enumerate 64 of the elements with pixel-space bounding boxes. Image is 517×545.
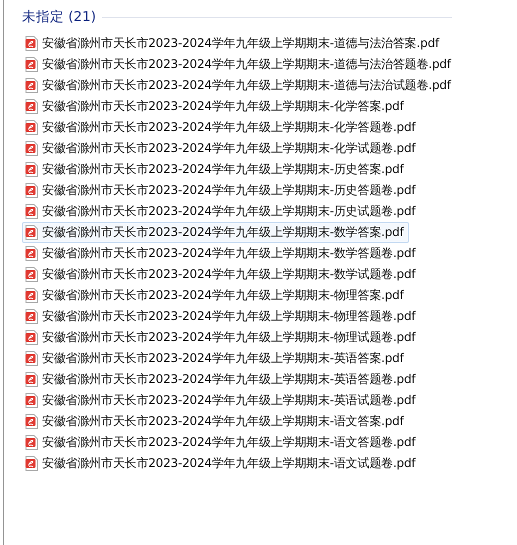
file-item[interactable]: 安徽省滁州市天长市2023-2024学年九年级上学期期末-历史试题卷.pdf <box>22 201 420 222</box>
pdf-file-icon <box>25 162 38 177</box>
pdf-file-icon <box>25 351 38 366</box>
pdf-file-icon <box>25 330 38 345</box>
file-item[interactable]: 安徽省滁州市天长市2023-2024学年九年级上学期期末-道德与法治试题卷.pdf <box>22 75 456 96</box>
file-name: 安徽省滁州市天长市2023-2024学年九年级上学期期末-道德与法治答题卷.pdf <box>42 56 451 73</box>
pdf-file-icon <box>25 288 38 303</box>
group-header[interactable]: 未指定 (21) <box>22 8 96 26</box>
file-name: 安徽省滁州市天长市2023-2024学年九年级上学期期末-数学答题卷.pdf <box>42 245 416 262</box>
pdf-file-icon <box>25 456 38 471</box>
pdf-file-icon <box>25 393 38 408</box>
file-item[interactable]: 安徽省滁州市天长市2023-2024学年九年级上学期期末-化学答案.pdf <box>22 96 409 117</box>
file-item[interactable]: 安徽省滁州市天长市2023-2024学年九年级上学期期末-英语试题卷.pdf <box>22 390 420 411</box>
pdf-file-icon <box>25 309 38 324</box>
file-item[interactable]: 安徽省滁州市天长市2023-2024学年九年级上学期期末-英语答案.pdf <box>22 348 409 369</box>
file-item[interactable]: 安徽省滁州市天长市2023-2024学年九年级上学期期末-道德与法治答题卷.pdf <box>22 54 456 75</box>
file-item[interactable]: 安徽省滁州市天长市2023-2024学年九年级上学期期末-英语答题卷.pdf <box>22 369 420 390</box>
file-name: 安徽省滁州市天长市2023-2024学年九年级上学期期末-历史试题卷.pdf <box>42 203 416 220</box>
pdf-file-icon <box>25 372 38 387</box>
pdf-file-icon <box>25 36 38 51</box>
file-item[interactable]: 安徽省滁州市天长市2023-2024学年九年级上学期期末-化学答题卷.pdf <box>22 117 420 138</box>
file-name: 安徽省滁州市天长市2023-2024学年九年级上学期期末-物理答题卷.pdf <box>42 308 416 325</box>
file-name: 安徽省滁州市天长市2023-2024学年九年级上学期期末-道德与法治答案.pdf <box>42 35 440 52</box>
file-name: 安徽省滁州市天长市2023-2024学年九年级上学期期末-历史答案.pdf <box>42 161 404 178</box>
file-name: 安徽省滁州市天长市2023-2024学年九年级上学期期末-英语答案.pdf <box>42 350 404 367</box>
pdf-file-icon <box>25 183 38 198</box>
file-name: 安徽省滁州市天长市2023-2024学年九年级上学期期末-物理试题卷.pdf <box>42 329 416 346</box>
file-item[interactable]: 安徽省滁州市天长市2023-2024学年九年级上学期期末-物理答题卷.pdf <box>22 306 420 327</box>
pdf-file-icon <box>25 141 38 156</box>
file-item[interactable]: 安徽省滁州市天长市2023-2024学年九年级上学期期末-历史答案.pdf <box>22 159 409 180</box>
pdf-file-icon <box>25 435 38 450</box>
file-name: 安徽省滁州市天长市2023-2024学年九年级上学期期末-物理答案.pdf <box>42 287 404 304</box>
file-name: 安徽省滁州市天长市2023-2024学年九年级上学期期末-历史答题卷.pdf <box>42 182 416 199</box>
file-item[interactable]: 安徽省滁州市天长市2023-2024学年九年级上学期期末-物理答案.pdf <box>22 285 409 306</box>
pdf-file-icon <box>25 414 38 429</box>
file-item[interactable]: 安徽省滁州市天长市2023-2024学年九年级上学期期末-化学试题卷.pdf <box>22 138 420 159</box>
file-item[interactable]: 安徽省滁州市天长市2023-2024学年九年级上学期期末-历史答题卷.pdf <box>22 180 420 201</box>
file-name: 安徽省滁州市天长市2023-2024学年九年级上学期期末-化学试题卷.pdf <box>42 140 416 157</box>
file-name: 安徽省滁州市天长市2023-2024学年九年级上学期期末-化学答题卷.pdf <box>42 119 416 136</box>
pdf-file-icon <box>25 99 38 114</box>
file-item[interactable]: 安徽省滁州市天长市2023-2024学年九年级上学期期末-物理试题卷.pdf <box>22 327 420 348</box>
file-name: 安徽省滁州市天长市2023-2024学年九年级上学期期末-道德与法治试题卷.pdf <box>42 77 451 94</box>
file-name: 安徽省滁州市天长市2023-2024学年九年级上学期期末-英语答题卷.pdf <box>42 371 416 388</box>
file-name: 安徽省滁州市天长市2023-2024学年九年级上学期期末-语文答案.pdf <box>42 413 404 430</box>
file-item[interactable]: 安徽省滁州市天长市2023-2024学年九年级上学期期末-数学答案.pdf <box>22 222 409 243</box>
file-name: 安徽省滁州市天长市2023-2024学年九年级上学期期末-化学答案.pdf <box>42 98 404 115</box>
file-name: 安徽省滁州市天长市2023-2024学年九年级上学期期末-数学试题卷.pdf <box>42 266 416 283</box>
pdf-file-icon <box>25 267 38 282</box>
file-name: 安徽省滁州市天长市2023-2024学年九年级上学期期末-英语试题卷.pdf <box>42 392 416 409</box>
pdf-file-icon <box>25 225 38 240</box>
file-name: 安徽省滁州市天长市2023-2024学年九年级上学期期末-数学答案.pdf <box>42 224 404 241</box>
pdf-file-icon <box>25 78 38 93</box>
file-name: 安徽省滁州市天长市2023-2024学年九年级上学期期末-语文答题卷.pdf <box>42 434 416 451</box>
pdf-file-icon <box>25 57 38 72</box>
pdf-file-icon <box>25 120 38 135</box>
file-name: 安徽省滁州市天长市2023-2024学年九年级上学期期末-语文试题卷.pdf <box>42 455 416 472</box>
file-item[interactable]: 安徽省滁州市天长市2023-2024学年九年级上学期期末-语文答题卷.pdf <box>22 432 420 453</box>
file-item[interactable]: 安徽省滁州市天长市2023-2024学年九年级上学期期末-数学试题卷.pdf <box>22 264 420 285</box>
file-item[interactable]: 安徽省滁州市天长市2023-2024学年九年级上学期期末-语文答案.pdf <box>22 411 409 432</box>
pdf-file-icon <box>25 204 38 219</box>
file-item[interactable]: 安徽省滁州市天长市2023-2024学年九年级上学期期末-道德与法治答案.pdf <box>22 33 444 54</box>
pdf-file-icon <box>25 246 38 261</box>
file-item[interactable]: 安徽省滁州市天长市2023-2024学年九年级上学期期末-数学答题卷.pdf <box>22 243 420 264</box>
file-item[interactable]: 安徽省滁州市天长市2023-2024学年九年级上学期期末-语文试题卷.pdf <box>22 453 420 474</box>
